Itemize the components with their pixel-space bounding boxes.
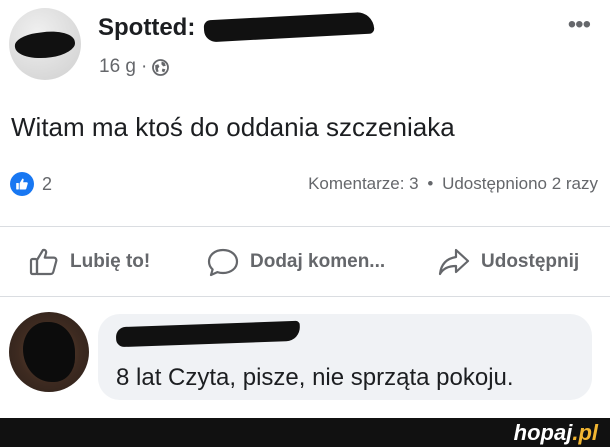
post-time[interactable]: 16 g <box>99 56 136 78</box>
action-bar: Lubię to! Dodaj komen... Udostępnij <box>0 238 610 286</box>
reactions-count[interactable]: 2 <box>42 174 52 195</box>
site-logo-tld: .pl <box>572 420 598 445</box>
divider-bottom <box>0 296 610 297</box>
comment-button[interactable]: Dodaj komen... <box>206 238 385 286</box>
share-button[interactable]: Udostępnij <box>437 238 579 286</box>
stats-separator: • <box>427 174 434 193</box>
comment-button-label: Dodaj komen... <box>250 251 386 272</box>
thumbs-up-icon <box>28 246 60 278</box>
more-options-icon[interactable]: ••• <box>568 13 591 37</box>
comment-bubble: 8 lat Czyta, pisze, nie sprząta pokoju. <box>98 314 592 400</box>
comments-count[interactable]: Komentarze: 3 <box>308 174 419 193</box>
globe-icon[interactable] <box>152 58 170 76</box>
like-button[interactable]: Lubię to! <box>28 238 150 286</box>
post-text: Witam ma ktoś do oddania szczeniaka <box>11 112 455 142</box>
commenter-avatar[interactable] <box>9 312 89 392</box>
avatar-redaction <box>13 27 77 63</box>
engagement-stats: Komentarze: 3 • Udostępniono 2 razy <box>308 174 598 194</box>
commenter-name-redaction <box>115 320 301 348</box>
commenter-avatar-redaction <box>23 322 75 382</box>
page-avatar[interactable] <box>9 8 81 80</box>
page-name[interactable]: Spotted: <box>98 14 195 42</box>
post-meta: 16 g · <box>99 56 170 78</box>
site-logo-main: hopaj <box>513 420 573 445</box>
footer-bar: hopaj.pl <box>0 418 610 447</box>
meta-separator: · <box>140 56 148 77</box>
like-reaction-icon <box>10 172 34 196</box>
page-name-prefix[interactable]: Spotted: <box>98 14 195 41</box>
site-logo[interactable]: hopaj.pl <box>514 420 598 446</box>
comment-text: 8 lat Czyta, pisze, nie sprząta pokoju. <box>116 364 514 391</box>
share-button-label: Udostępnij <box>481 251 580 272</box>
reactions-summary[interactable]: 2 <box>10 172 52 196</box>
page-name-redaction <box>203 11 375 43</box>
shares-count[interactable]: Udostępniono 2 razy <box>442 174 598 193</box>
share-arrow-icon <box>437 246 471 278</box>
like-button-label: Lubię to! <box>70 251 151 272</box>
divider-top <box>0 226 610 227</box>
comment-bubble-icon <box>206 246 240 278</box>
